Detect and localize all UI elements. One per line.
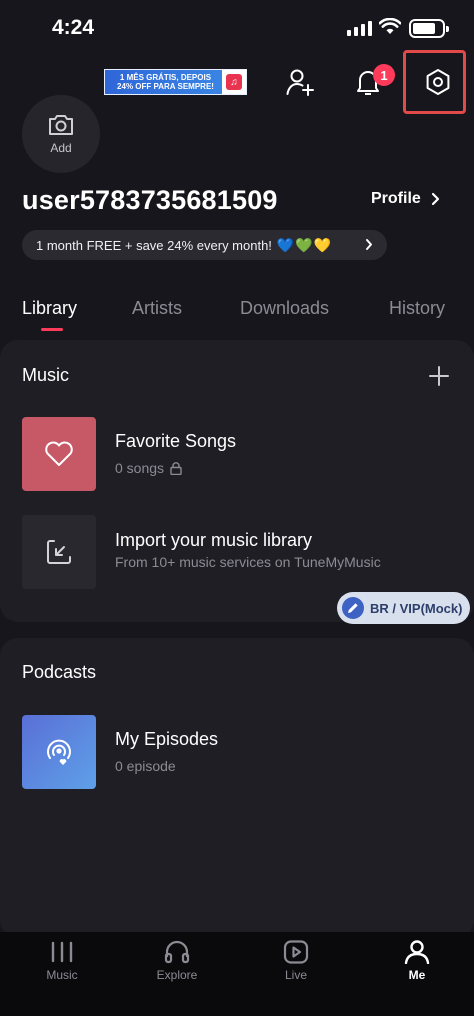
profile-link[interactable]: Profile [371,190,440,208]
my-episodes-subtitle: 0 episode [115,758,176,774]
blue-heart-icon: 💙 [276,236,295,253]
vip-debug-badge[interactable]: BR / VIP(Mock) [337,592,470,624]
profile-link-label: Profile [371,190,421,207]
favorite-songs-thumb[interactable] [22,417,96,491]
app-logo-icon: ♫ [222,70,246,94]
yellow-heart-icon: 💛 [313,236,332,253]
vip-badge-label: BR / VIP(Mock) [370,600,463,616]
import-library-thumb[interactable] [22,515,96,589]
status-time: 4:24 [52,16,95,39]
my-episodes-thumb[interactable] [22,715,96,789]
lock-icon [170,461,182,475]
logo-glyph: ♫ [226,74,242,90]
add-friend-icon [286,69,314,96]
plus-icon [429,366,449,386]
nav-explore[interactable]: Explore [137,940,217,982]
avatar-add-button[interactable]: Add [22,95,100,173]
import-library-title[interactable]: Import your music library [115,530,312,551]
person-icon [404,940,430,964]
promo-banner-text: 1 MÊS GRÁTIS, DEPOIS 24% OFF PARA SEMPRE… [105,73,222,91]
nav-me[interactable]: Me [377,940,457,982]
favorite-songs-title[interactable]: Favorite Songs [115,431,236,452]
my-episodes-title[interactable]: My Episodes [115,729,218,750]
podcast-heart-icon [47,739,71,765]
wifi-icon [378,17,402,40]
tab-artists[interactable]: Artists [132,298,182,319]
tab-downloads[interactable]: Downloads [240,298,329,319]
promo-line-1: 1 MÊS GRÁTIS, DEPOIS [119,73,212,82]
camera-icon [49,115,73,135]
nav-music-label: Music [46,968,78,982]
nav-explore-label: Explore [156,968,198,982]
nav-live-label: Live [284,968,307,982]
active-tab-indicator [41,328,63,331]
nav-music[interactable]: Music [22,940,102,982]
favorite-songs-count: 0 songs [115,460,165,476]
add-friend-button[interactable] [282,64,318,100]
promo-banner[interactable]: 1 MÊS GRÁTIS, DEPOIS 24% OFF PARA SEMPRE… [104,69,247,95]
favorite-songs-subtitle: 0 songs [115,460,182,476]
import-icon [47,540,71,564]
promo-hearts: 💙 💚 💛 [277,237,331,254]
settings-icon [426,69,450,95]
chevron-right-icon [431,192,439,206]
settings-button[interactable] [420,64,456,100]
username: user5783735681509 [22,185,278,215]
tab-library[interactable]: Library [22,298,77,319]
music-section-title: Music [22,365,70,385]
nav-me-label: Me [408,968,426,982]
premium-promo-pill[interactable]: 1 month FREE + save 24% every month! 💙 💚… [22,230,387,260]
promo-pill-text: 1 month FREE + save 24% every month! [36,237,272,253]
promo-line-2: 24% OFF PARA SEMPRE! [117,82,214,91]
signal-icon [347,21,372,36]
import-library-subtitle: From 10+ music services on TuneMyMusic [115,554,381,570]
add-music-button[interactable] [427,364,451,388]
green-heart-icon: 💚 [295,236,313,253]
tab-history[interactable]: History [389,298,445,319]
podcasts-section-title: Podcasts [22,662,97,682]
chevron-right-icon [366,239,372,250]
pen-icon [342,597,364,619]
headphones-icon [164,940,190,964]
notification-badge: 1 [373,64,395,86]
battery-icon [409,19,449,38]
nav-live[interactable]: Live [256,940,336,982]
heart-icon [45,441,73,466]
avatar-label: Add [50,141,72,155]
bars-icon [51,941,73,963]
play-icon [283,940,309,964]
